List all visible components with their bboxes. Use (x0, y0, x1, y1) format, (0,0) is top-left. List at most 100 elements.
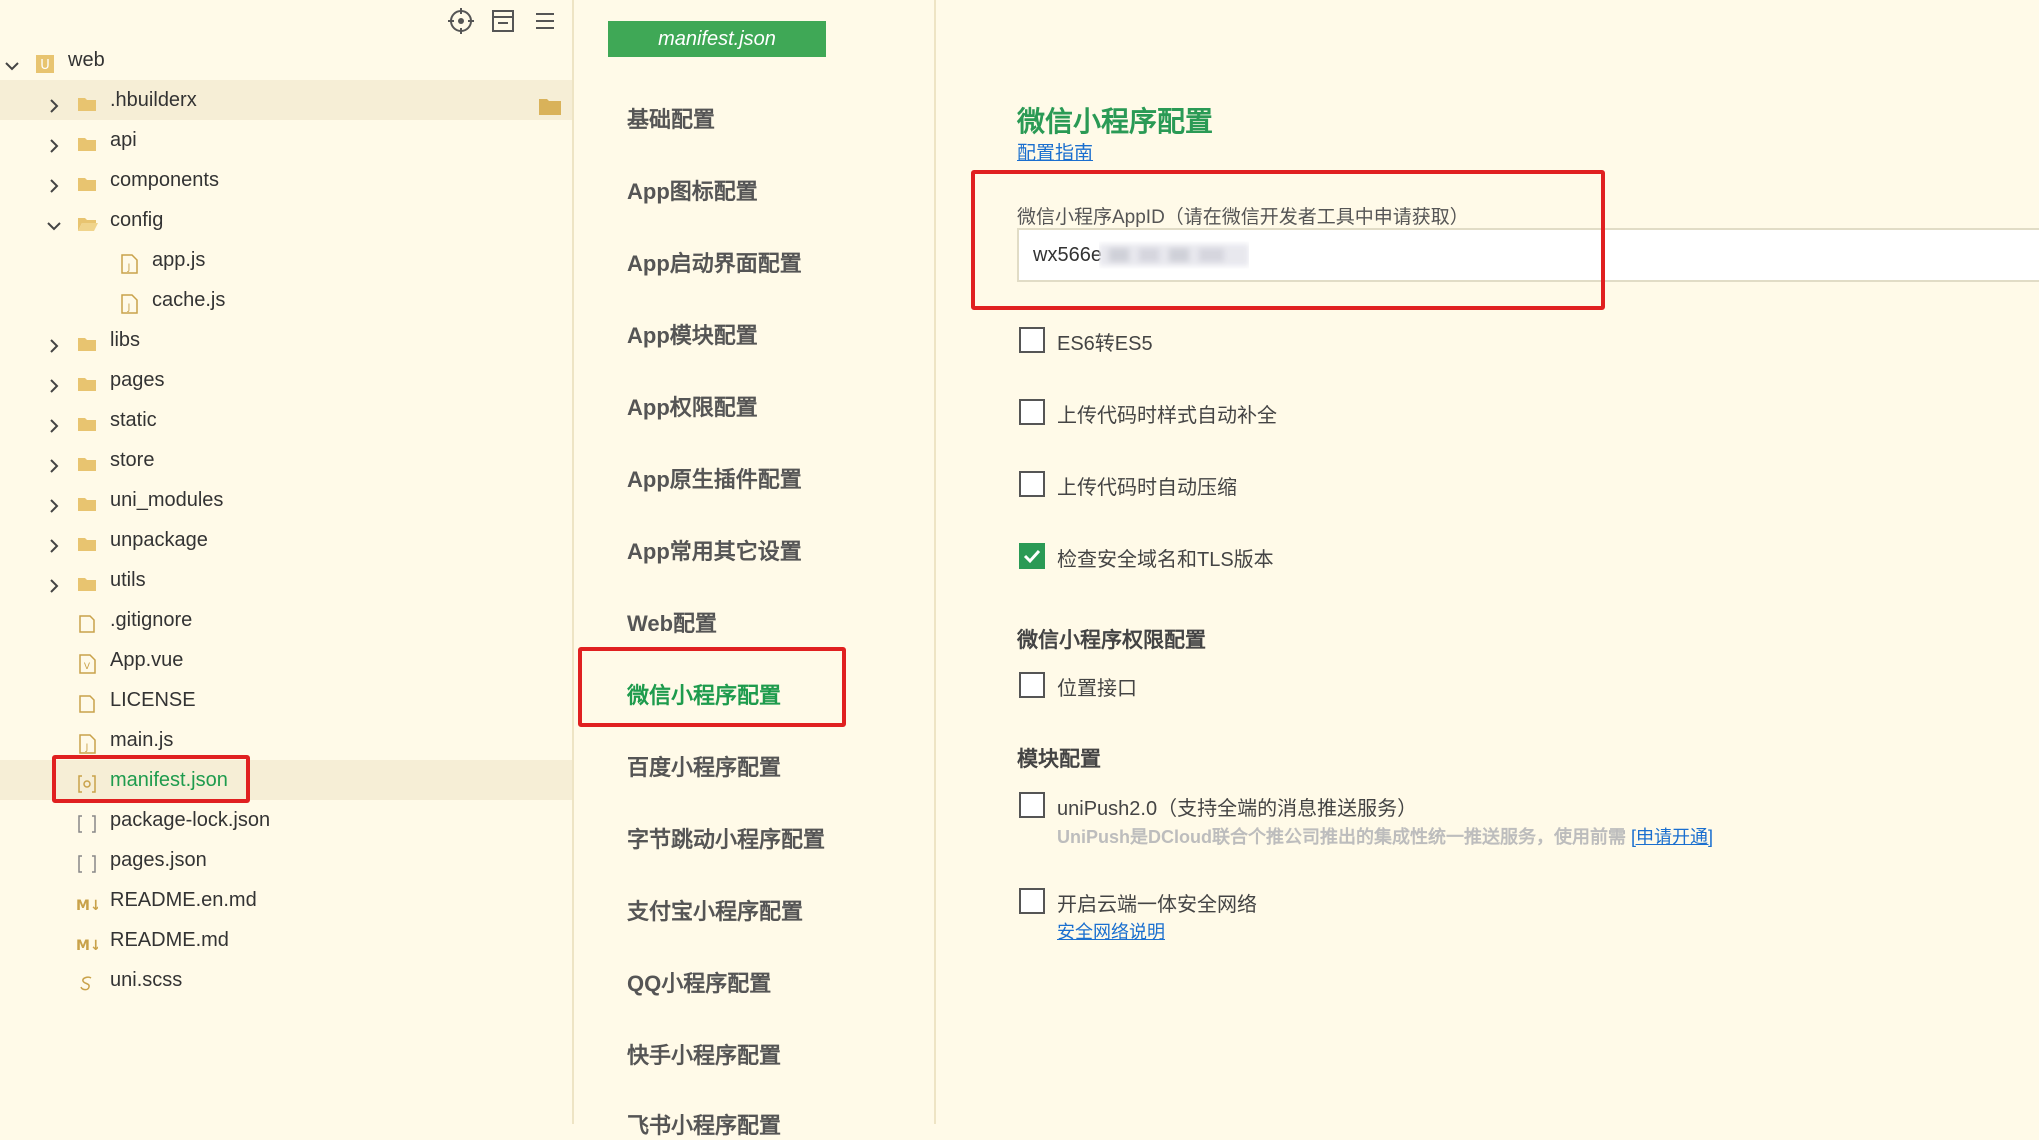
chevron-right-icon[interactable] (44, 450, 64, 473)
tree-item-label: components (110, 169, 219, 191)
nav-item-alipay-mp[interactable]: 支付宝小程序配置 (627, 894, 803, 926)
file-icon (76, 689, 98, 713)
tree-item-app-js[interactable]: J app.js (0, 240, 572, 280)
tree-item-hbuilderx[interactable]: .hbuilderx (0, 80, 572, 120)
chevron-right-icon[interactable] (44, 570, 64, 593)
explorer-toolbar (446, 6, 560, 36)
folder-icon (76, 89, 98, 111)
tree-root[interactable]: U web (0, 40, 572, 80)
tree-item-readme-en-md[interactable]: M↓ README.en.md (0, 880, 572, 920)
config-guide-link[interactable]: 配置指南 (1017, 138, 1093, 165)
chevron-right-icon[interactable] (44, 130, 64, 153)
chevron-right-icon[interactable] (44, 530, 64, 553)
tree-item-label: store (110, 449, 155, 471)
chevron-down-icon[interactable] (2, 50, 22, 71)
folder-icon (76, 129, 98, 151)
unipush-checkbox[interactable] (1019, 792, 1045, 818)
manifest-highlight-box (52, 755, 250, 803)
tree-item-main-js[interactable]: J main.js (0, 720, 572, 760)
tree-item-pages[interactable]: pages (0, 360, 572, 400)
nav-item-qq-mp[interactable]: QQ小程序配置 (627, 966, 771, 998)
auto-minify-label[interactable]: 上传代码时自动压缩 (1057, 471, 1237, 500)
style-autocomplete-checkbox[interactable] (1019, 399, 1045, 425)
tree-item-label: unpackage (110, 529, 208, 551)
auto-minify-checkbox[interactable] (1019, 471, 1045, 497)
nav-item-app-modules[interactable]: App模块配置 (627, 318, 758, 350)
location-api-label[interactable]: 位置接口 (1057, 672, 1137, 701)
chevron-right-icon[interactable] (44, 370, 64, 393)
chevron-right-icon[interactable] (44, 170, 64, 193)
tree-item-config[interactable]: config (0, 200, 572, 240)
chevron-right-icon[interactable] (44, 90, 64, 113)
nav-item-app-splash[interactable]: App启动界面配置 (627, 246, 802, 278)
markdown-icon: M↓ (76, 929, 102, 954)
tree-item-unpackage[interactable]: unpackage (0, 520, 572, 560)
tree-item-pages-json[interactable]: pages.json (0, 840, 572, 880)
check-domain-tls-checkbox[interactable] (1019, 543, 1045, 569)
folder-icon (76, 449, 98, 471)
wechat-nav-highlight-box (578, 647, 846, 727)
tree-item-label: App.vue (110, 649, 184, 671)
tree-item-label: README.md (110, 929, 229, 951)
check-domain-tls-label[interactable]: 检查安全域名和TLS版本 (1057, 543, 1274, 572)
nav-item-web[interactable]: Web配置 (627, 606, 717, 638)
tree-item-gitignore[interactable]: .gitignore (0, 600, 572, 640)
nav-item-kuaishou-mp[interactable]: 快手小程序配置 (627, 1038, 781, 1070)
tree-item-label: .hbuilderx (110, 89, 197, 111)
tree-root-label: web (68, 49, 105, 71)
tree-item-label: pages.json (110, 849, 207, 871)
unipush-label[interactable]: uniPush2.0（支持全端的消息推送服务） (1057, 792, 1417, 821)
tree-item-uni-modules[interactable]: uni_modules (0, 480, 572, 520)
module-section-title: 模块配置 (1017, 748, 1101, 771)
chevron-right-icon[interactable] (44, 490, 64, 513)
secure-network-doc-text[interactable]: 安全网络说明 (1057, 922, 1165, 942)
tree-item-utils[interactable]: utils (0, 560, 572, 600)
nav-item-baidu-mp[interactable]: 百度小程序配置 (627, 750, 781, 782)
tree-item-license[interactable]: LICENSE (0, 680, 572, 720)
location-api-checkbox[interactable] (1019, 672, 1045, 698)
apply-activation-link[interactable]: [申请开通] (1631, 827, 1713, 847)
tree-item-readme-md[interactable]: M↓ README.md (0, 920, 572, 960)
style-autocomplete-label[interactable]: 上传代码时样式自动补全 (1057, 399, 1277, 428)
tree-item-uni-scss[interactable]: uni.scss (0, 960, 572, 1000)
es6-to-es5-checkbox[interactable] (1019, 327, 1045, 353)
folder-icon (76, 529, 98, 551)
secure-network-label[interactable]: 开启云端一体安全网络 (1057, 888, 1257, 917)
chevron-right-icon[interactable] (44, 410, 64, 433)
chevron-right-icon[interactable] (44, 330, 64, 353)
tree-item-components[interactable]: components (0, 160, 572, 200)
nav-item-app-permissions[interactable]: App权限配置 (627, 390, 758, 422)
collapse-all-icon[interactable] (488, 6, 518, 36)
tree-item-package-lock-json[interactable]: package-lock.json (0, 800, 572, 840)
tree-item-libs[interactable]: libs (0, 320, 572, 360)
es6-to-es5-label[interactable]: ES6转ES5 (1057, 327, 1153, 356)
secure-network-checkbox[interactable] (1019, 888, 1045, 914)
unipush-hint-text: UniPush是DCloud联合个推公司推出的集成性统一推送服务，使用前需 (1057, 827, 1626, 847)
nav-item-app-icon[interactable]: App图标配置 (627, 174, 758, 206)
tree-item-static[interactable]: static (0, 400, 572, 440)
settings-nav: manifest.json 基础配置 App图标配置 App启动界面配置 App… (574, 0, 936, 1138)
nav-item-app-other[interactable]: App常用其它设置 (627, 534, 802, 566)
nav-item-app-native-plugins[interactable]: App原生插件配置 (627, 462, 802, 494)
tree-item-cache-js[interactable]: J cache.js (0, 280, 572, 320)
file-tree: U web .hbuilderx api components config J (0, 40, 572, 1000)
file-explorer: U web .hbuilderx api components config J (0, 0, 574, 1124)
tree-item-app-vue[interactable]: V App.vue (0, 640, 572, 680)
open-folder-icon[interactable] (538, 90, 562, 115)
tree-item-api[interactable]: api (0, 120, 572, 160)
config-guide-link-text[interactable]: 配置指南 (1017, 143, 1093, 164)
folder-icon (76, 329, 98, 351)
nav-item-feishu-mp[interactable]: 飞书小程序配置 (627, 1108, 781, 1140)
nav-item-bytedance-mp[interactable]: 字节跳动小程序配置 (627, 822, 825, 854)
chevron-down-icon[interactable] (44, 210, 64, 231)
secure-network-doc-link[interactable]: 安全网络说明 (1057, 918, 1165, 944)
svg-text:J: J (127, 303, 131, 313)
tree-item-label: uni_modules (110, 489, 224, 511)
tree-item-store[interactable]: store (0, 440, 572, 480)
nav-item-basic[interactable]: 基础配置 (627, 102, 715, 134)
project-icon: U (34, 49, 56, 73)
tab-manifest-json[interactable]: manifest.json (608, 21, 826, 57)
folder-icon (76, 169, 98, 191)
locate-file-icon[interactable] (446, 6, 476, 36)
menu-icon[interactable] (530, 6, 560, 36)
